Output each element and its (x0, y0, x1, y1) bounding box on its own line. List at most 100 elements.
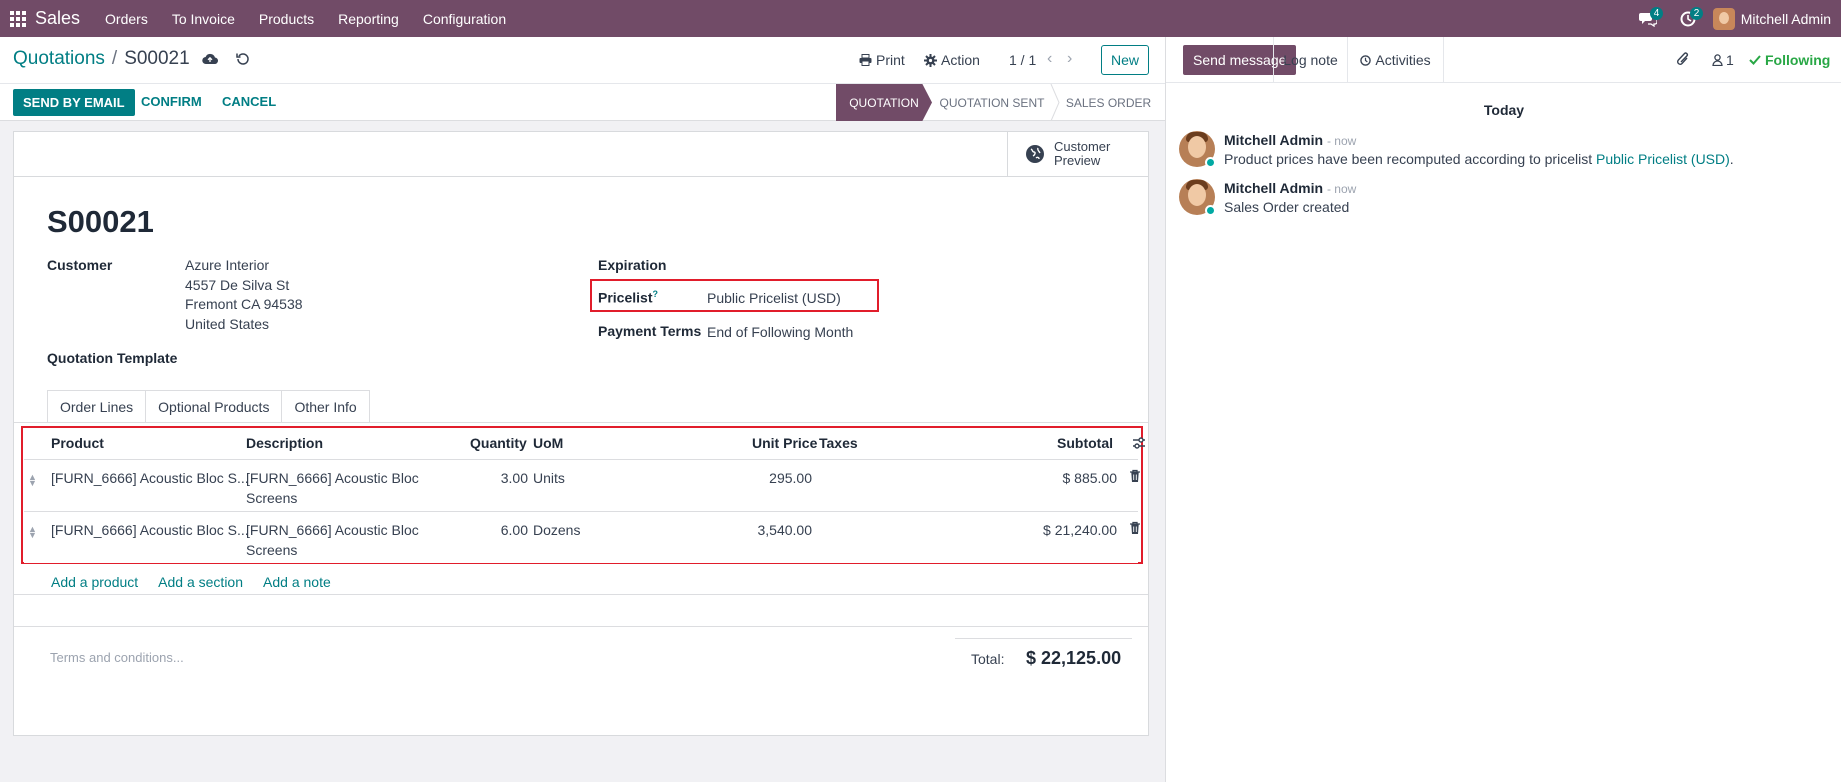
gear-icon (924, 53, 937, 67)
column-header-subtotal[interactable]: Subtotal (1057, 427, 1113, 459)
activities-button[interactable]: 2 (1673, 0, 1704, 37)
cell-quantity[interactable]: 3.00 (470, 468, 528, 488)
pager-previous-icon[interactable]: ‹ (1047, 50, 1052, 68)
expiration-label: Expiration (598, 257, 667, 273)
author-name[interactable]: Mitchell Admin (1224, 180, 1323, 196)
column-header-taxes[interactable]: Taxes (819, 427, 858, 459)
payment-terms-label: Payment Terms (598, 323, 702, 339)
menu-configuration[interactable]: Configuration (411, 0, 518, 37)
form-sheet: Customer Preview S00021 Customer Azure I… (13, 131, 1149, 736)
cancel-button[interactable]: CANCEL (222, 94, 276, 109)
cell-unit-price[interactable]: 295.00 (684, 468, 812, 488)
message-body: Product prices have been recomputed acco… (1224, 151, 1734, 167)
date-separator: Today (1483, 102, 1525, 118)
activities-chatter-button[interactable]: Activities (1348, 37, 1444, 83)
add-section-link[interactable]: Add a section (158, 574, 243, 590)
pricelist-field[interactable]: Public Pricelist (USD) (707, 289, 841, 309)
help-tooltip-icon[interactable]: ? (652, 289, 658, 299)
stage-sales-order[interactable]: SALES ORDER (1052, 84, 1165, 121)
column-header-uom[interactable]: UoM (533, 427, 563, 459)
message-author[interactable]: Mitchell Admin - now (1224, 180, 1356, 196)
cell-subtotal: $ 885.00 (1062, 470, 1118, 486)
cell-uom[interactable]: Units (533, 468, 565, 488)
customer-name[interactable]: Azure Interior (185, 256, 303, 276)
chatter-panel: Send message Log note Activities 1 Follo… (1165, 37, 1841, 782)
cell-unit-price[interactable]: 3,540.00 (684, 520, 813, 540)
add-product-link[interactable]: Add a product (51, 574, 138, 590)
payment-terms-field[interactable]: End of Following Month (707, 323, 853, 343)
preview-label-line1: Customer (1054, 139, 1111, 154)
tab-order-lines[interactable]: Order Lines (47, 390, 147, 423)
author-name[interactable]: Mitchell Admin (1224, 132, 1323, 148)
messaging-button[interactable]: 4 (1633, 0, 1664, 37)
breadcrumb-quotations[interactable]: Quotations (13, 48, 105, 70)
customer-preview-button[interactable]: Customer Preview (1007, 132, 1148, 176)
trash-icon[interactable] (1129, 521, 1141, 535)
total-label: Total: (971, 651, 1005, 667)
menu-to-invoice[interactable]: To Invoice (160, 0, 247, 37)
online-status-icon (1205, 205, 1216, 216)
discard-undo-icon[interactable] (235, 52, 250, 66)
column-header-quantity[interactable]: Quantity (470, 427, 527, 459)
app-name[interactable]: Sales (35, 8, 80, 29)
tab-optional-products[interactable]: Optional Products (146, 390, 283, 423)
message-text: Product prices have been recomputed acco… (1224, 151, 1596, 167)
print-label: Print (876, 52, 905, 68)
cell-description[interactable]: [FURN_6666] Acoustic Bloc Screens (246, 468, 419, 508)
followers-button[interactable]: 1 (1712, 52, 1734, 68)
customer-address[interactable]: Azure Interior 4557 De Silva St Fremont … (185, 256, 303, 334)
menu-reporting[interactable]: Reporting (326, 0, 411, 37)
menu-orders[interactable]: Orders (93, 0, 160, 37)
customer-address-line3: United States (185, 315, 270, 332)
action-button[interactable]: Action (924, 52, 980, 68)
message-author[interactable]: Mitchell Admin - now (1224, 132, 1356, 148)
terms-and-conditions-input[interactable]: Terms and conditions... (50, 650, 184, 665)
paperclip-icon[interactable] (1676, 51, 1690, 67)
column-header-unit-price[interactable]: Unit Price (752, 427, 817, 459)
stage-quotation[interactable]: QUOTATION (836, 84, 932, 121)
cell-description[interactable]: [FURN_6666] Acoustic Bloc Screens (246, 520, 419, 560)
stage-quotation-sent[interactable]: QUOTATION SENT (932, 84, 1052, 121)
drag-handle-icon[interactable]: ▲ ▼ (28, 473, 37, 488)
trash-icon[interactable] (1129, 469, 1141, 483)
message-suffix: . (1729, 151, 1734, 167)
activities-badge: 2 (1689, 7, 1704, 20)
pager-next-icon[interactable]: › (1067, 50, 1072, 68)
drag-handle-icon[interactable]: ▲ ▼ (28, 525, 37, 540)
confirm-button[interactable]: CONFIRM (141, 94, 202, 109)
apps-menu-icon[interactable] (1, 0, 34, 37)
cell-uom[interactable]: Dozens (533, 520, 580, 540)
user-avatar[interactable] (1712, 7, 1735, 30)
column-header-product[interactable]: Product (51, 427, 104, 459)
optional-columns-icon[interactable] (1132, 436, 1146, 450)
pricelist-link[interactable]: Public Pricelist (USD) (1596, 151, 1730, 167)
save-cloud-icon[interactable] (202, 53, 218, 65)
column-header-description[interactable]: Description (246, 427, 323, 459)
log-note-button[interactable]: Log note (1273, 37, 1348, 83)
following-button[interactable]: Following (1749, 52, 1830, 68)
menu-products[interactable]: Products (247, 0, 326, 37)
check-icon (1749, 55, 1761, 65)
breadcrumb-current: S00021 (124, 48, 190, 69)
cell-quantity[interactable]: 6.00 (470, 520, 528, 540)
table-row[interactable]: ▲ ▼ [FURN_6666] Acoustic Bloc S... [FURN_… (24, 459, 1141, 511)
add-note-link[interactable]: Add a note (263, 574, 331, 590)
breadcrumb-separator: / (111, 48, 118, 69)
messages-badge: 4 (1649, 7, 1664, 20)
table-row[interactable]: ▲ ▼ [FURN_6666] Acoustic Bloc S... [FURN_… (24, 511, 1141, 563)
action-label: Action (941, 52, 980, 68)
form-view: Quotations / S00021 Print Action 1 / 1 ‹… (0, 37, 1165, 782)
tab-other-info[interactable]: Other Info (282, 390, 370, 423)
cell-product[interactable]: [FURN_6666] Acoustic Bloc S... (51, 520, 249, 540)
tab-divider (14, 422, 1148, 423)
smart-button-box: Customer Preview (14, 132, 1148, 177)
cell-product[interactable]: [FURN_6666] Acoustic Bloc S... (51, 468, 249, 488)
user-name[interactable]: Mitchell Admin (1741, 11, 1831, 27)
customer-label: Customer (47, 257, 113, 273)
send-by-email-button[interactable]: SEND BY EMAIL (13, 89, 135, 116)
pager-value[interactable]: 1 / 1 (1009, 52, 1036, 68)
print-button[interactable]: Print (859, 52, 905, 68)
cell-description-line2: Screens (246, 542, 298, 558)
new-button[interactable]: New (1101, 45, 1149, 75)
section-divider (14, 626, 1148, 627)
